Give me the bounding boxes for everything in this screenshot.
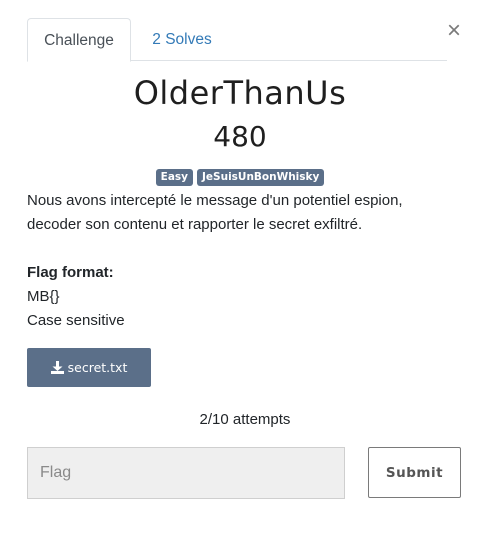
download-file-button[interactable]: secret.txt (27, 348, 151, 387)
flag-input[interactable] (27, 447, 345, 499)
tab-solves[interactable]: 2 Solves (137, 18, 227, 61)
flag-format-label: Flag format: (27, 264, 114, 281)
file-name: secret.txt (67, 360, 128, 375)
submit-button[interactable]: Submit (368, 447, 461, 498)
tag-badge: JeSuisUnBonWhisky (197, 169, 325, 186)
tag-badge: Easy (155, 169, 193, 186)
flag-format-note: Case sensitive (27, 312, 125, 329)
challenge-modal: × Challenge 2 Solves OlderThanUs 480 Eas… (0, 0, 480, 548)
flag-format-value: MB{} (27, 288, 60, 305)
tab-challenge[interactable]: Challenge (27, 18, 131, 62)
challenge-tags: Easy JeSuisUnBonWhisky (0, 169, 480, 186)
attempts-counter: 2/10 attempts (199, 411, 291, 428)
challenge-tabs: Challenge 2 Solves (27, 18, 447, 62)
challenge-description: Nous avons intercepté le message d'un po… (27, 192, 403, 233)
challenge-name: OlderThanUs (133, 74, 347, 112)
challenge-value: 480 (213, 120, 267, 153)
download-icon (50, 361, 64, 374)
